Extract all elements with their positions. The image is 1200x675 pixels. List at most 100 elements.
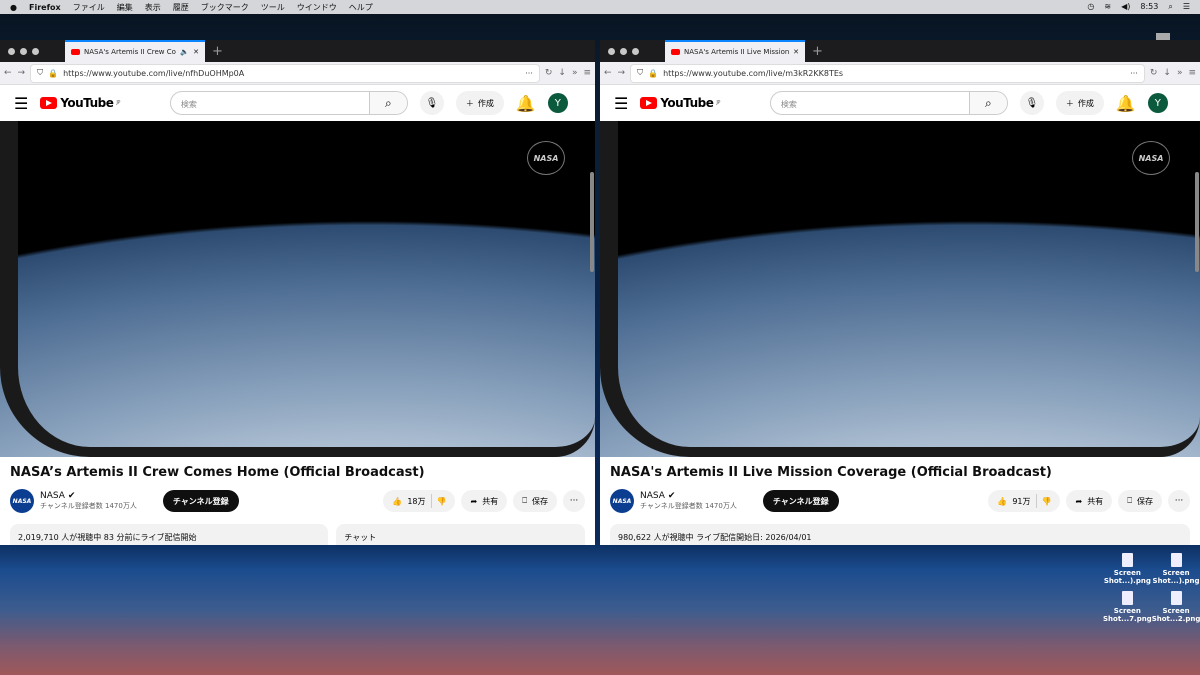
notification-center-icon[interactable]: ☰ [1183, 2, 1190, 12]
forward-icon[interactable]: → [18, 68, 26, 78]
menu-history[interactable]: 履歴 [173, 2, 189, 13]
avatar[interactable]: Y [1147, 93, 1168, 113]
like-icon[interactable]: 👍 [997, 497, 1007, 506]
search-icon[interactable]: ⌕ [968, 92, 1007, 114]
page-actions-icon[interactable]: ··· [1130, 69, 1138, 78]
url-text[interactable]: https://www.youtube.com/live/nfhDuOHMp0A [63, 69, 520, 78]
scrollbar[interactable] [1195, 172, 1199, 272]
save-button[interactable]: ⎕ 保存 [513, 490, 557, 512]
channel-avatar[interactable]: NASA [610, 489, 634, 513]
shield-icon[interactable]: ⛉ [637, 68, 643, 78]
overflow-icon[interactable]: » [572, 68, 578, 78]
save-button[interactable]: ⎕ 保存 [1118, 490, 1162, 512]
search-box: 検索 ⌕ [169, 91, 408, 115]
dislike-icon[interactable]: 👎 [1042, 497, 1052, 506]
share-button[interactable]: ➦ 共有 [461, 490, 508, 512]
video-player[interactable]: NASA [600, 121, 1200, 457]
file-icon [1170, 591, 1182, 605]
desktop-file[interactable]: Screen Shot...7.png [1103, 591, 1152, 623]
hamburger-icon[interactable]: ☰ [14, 94, 28, 113]
wifi-icon[interactable]: ≋ [1104, 2, 1111, 12]
lock-icon[interactable]: 🔒 [648, 69, 658, 78]
subscribe-button[interactable]: チャンネル登録 [762, 490, 839, 512]
description-stats[interactable]: 980,622 人が視聴中 ライブ配信開始日: 2026/04/01 [610, 524, 1190, 545]
mic-icon[interactable]: 🎙 [1019, 91, 1044, 115]
clock[interactable]: 8:53 [1140, 2, 1158, 12]
search-input[interactable]: 検索 [171, 92, 369, 114]
video-title: NASA’s Artemis II Crew Comes Home (Offic… [10, 465, 425, 480]
volume-icon[interactable]: ◀) [1121, 2, 1130, 12]
back-icon[interactable]: ← [4, 68, 12, 78]
apple-icon[interactable]: ● [10, 3, 17, 12]
hamburger-icon[interactable]: ☰ [614, 94, 628, 113]
more-icon[interactable]: ··· [1168, 490, 1190, 512]
download-icon[interactable]: ↓ [1163, 68, 1171, 78]
menu-window[interactable]: ウインドウ [297, 2, 337, 13]
create-button[interactable]: ＋作成 [1055, 91, 1104, 115]
window-controls[interactable] [600, 47, 647, 55]
subscribe-button[interactable]: チャンネル登録 [162, 490, 239, 512]
url-text[interactable]: https://www.youtube.com/live/m3kR2KK8TEs [663, 69, 1125, 78]
like-icon[interactable]: 👍 [392, 497, 402, 506]
video-player[interactable]: NASA [0, 121, 595, 457]
chat-panel[interactable]: チャット [336, 524, 585, 545]
desktop-file[interactable]: Screen Shot...2.png [1152, 591, 1200, 623]
menu-edit[interactable]: 編集 [117, 2, 133, 13]
new-tab-button[interactable]: + [212, 44, 223, 59]
dislike-icon[interactable]: 👎 [437, 497, 447, 506]
close-tab-icon[interactable]: ✕ [793, 48, 799, 56]
avatar[interactable]: Y [547, 93, 568, 113]
desktop-file[interactable]: Screen Shot...).png [1152, 553, 1200, 585]
share-button[interactable]: ➦ 共有 [1066, 490, 1113, 512]
overflow-icon[interactable]: » [1177, 68, 1183, 78]
url-bar[interactable]: ⛉ 🔒 https://www.youtube.com/live/nfhDuOH… [31, 64, 539, 82]
forward-icon[interactable]: → [618, 68, 626, 78]
search-icon[interactable]: ⌕ [368, 92, 407, 114]
create-button[interactable]: ＋作成 [455, 91, 504, 115]
channel-avatar[interactable]: NASA [10, 489, 34, 513]
shield-icon[interactable]: ⛉ [37, 68, 43, 78]
channel-name[interactable]: NASA [40, 491, 65, 501]
menu-icon[interactable]: ≡ [1188, 68, 1196, 78]
scrollbar[interactable] [590, 172, 594, 272]
channel-name[interactable]: NASA [640, 491, 665, 501]
desktop-file[interactable]: Screen Shot...).png [1103, 553, 1152, 585]
mic-icon[interactable]: 🎙 [419, 91, 444, 115]
audio-icon[interactable]: 🔈 [180, 48, 189, 56]
share-icon: ➦ [1075, 496, 1083, 506]
time-machine-icon[interactable]: ◷ [1087, 2, 1094, 12]
menu-help[interactable]: ヘルプ [349, 2, 373, 13]
new-tab-button[interactable]: + [812, 44, 823, 59]
youtube-logo[interactable]: YouTube JP [640, 96, 720, 110]
download-icon[interactable]: ↓ [558, 68, 566, 78]
url-bar[interactable]: ⛉ 🔒 https://www.youtube.com/live/m3kR2KK… [631, 64, 1144, 82]
like-count[interactable]: 18万 [407, 496, 425, 507]
description-stats[interactable]: 2,019,710 人が視聴中 83 分前にライブ配信開始 [10, 524, 329, 545]
menu-bookmarks[interactable]: ブックマーク [201, 2, 249, 13]
like-count[interactable]: 91万 [1012, 496, 1030, 507]
window-controls[interactable] [0, 47, 47, 55]
menu-file[interactable]: ファイル [73, 2, 105, 13]
drive-icon[interactable] [1156, 33, 1170, 40]
reload-icon[interactable]: ↻ [1150, 68, 1158, 78]
search-input[interactable]: 検索 [771, 92, 969, 114]
reload-icon[interactable]: ↻ [545, 68, 553, 78]
menu-tools[interactable]: ツール [261, 2, 285, 13]
spotlight-icon[interactable]: ⌕ [1168, 2, 1172, 12]
page-actions-icon[interactable]: ··· [525, 69, 533, 78]
window-frame [0, 121, 595, 457]
more-icon[interactable]: ··· [563, 490, 585, 512]
menu-icon[interactable]: ≡ [583, 68, 591, 78]
menu-view[interactable]: 表示 [145, 2, 161, 13]
bell-icon[interactable]: 🔔 [1116, 94, 1136, 113]
tab-active[interactable]: NASA's Artemis II Live Mission ✕ [665, 40, 805, 62]
tab-active[interactable]: NASA's Artemis II Crew Com 🔈 ✕ [65, 40, 205, 62]
menu-app[interactable]: Firefox [29, 3, 61, 12]
tab-title: NASA's Artemis II Crew Com [84, 48, 177, 56]
bell-icon[interactable]: 🔔 [516, 94, 536, 113]
file-icon [1121, 591, 1133, 605]
lock-icon[interactable]: 🔒 [48, 69, 58, 78]
back-icon[interactable]: ← [604, 68, 612, 78]
close-tab-icon[interactable]: ✕ [193, 48, 199, 56]
youtube-logo[interactable]: YouTube JP [40, 96, 120, 110]
